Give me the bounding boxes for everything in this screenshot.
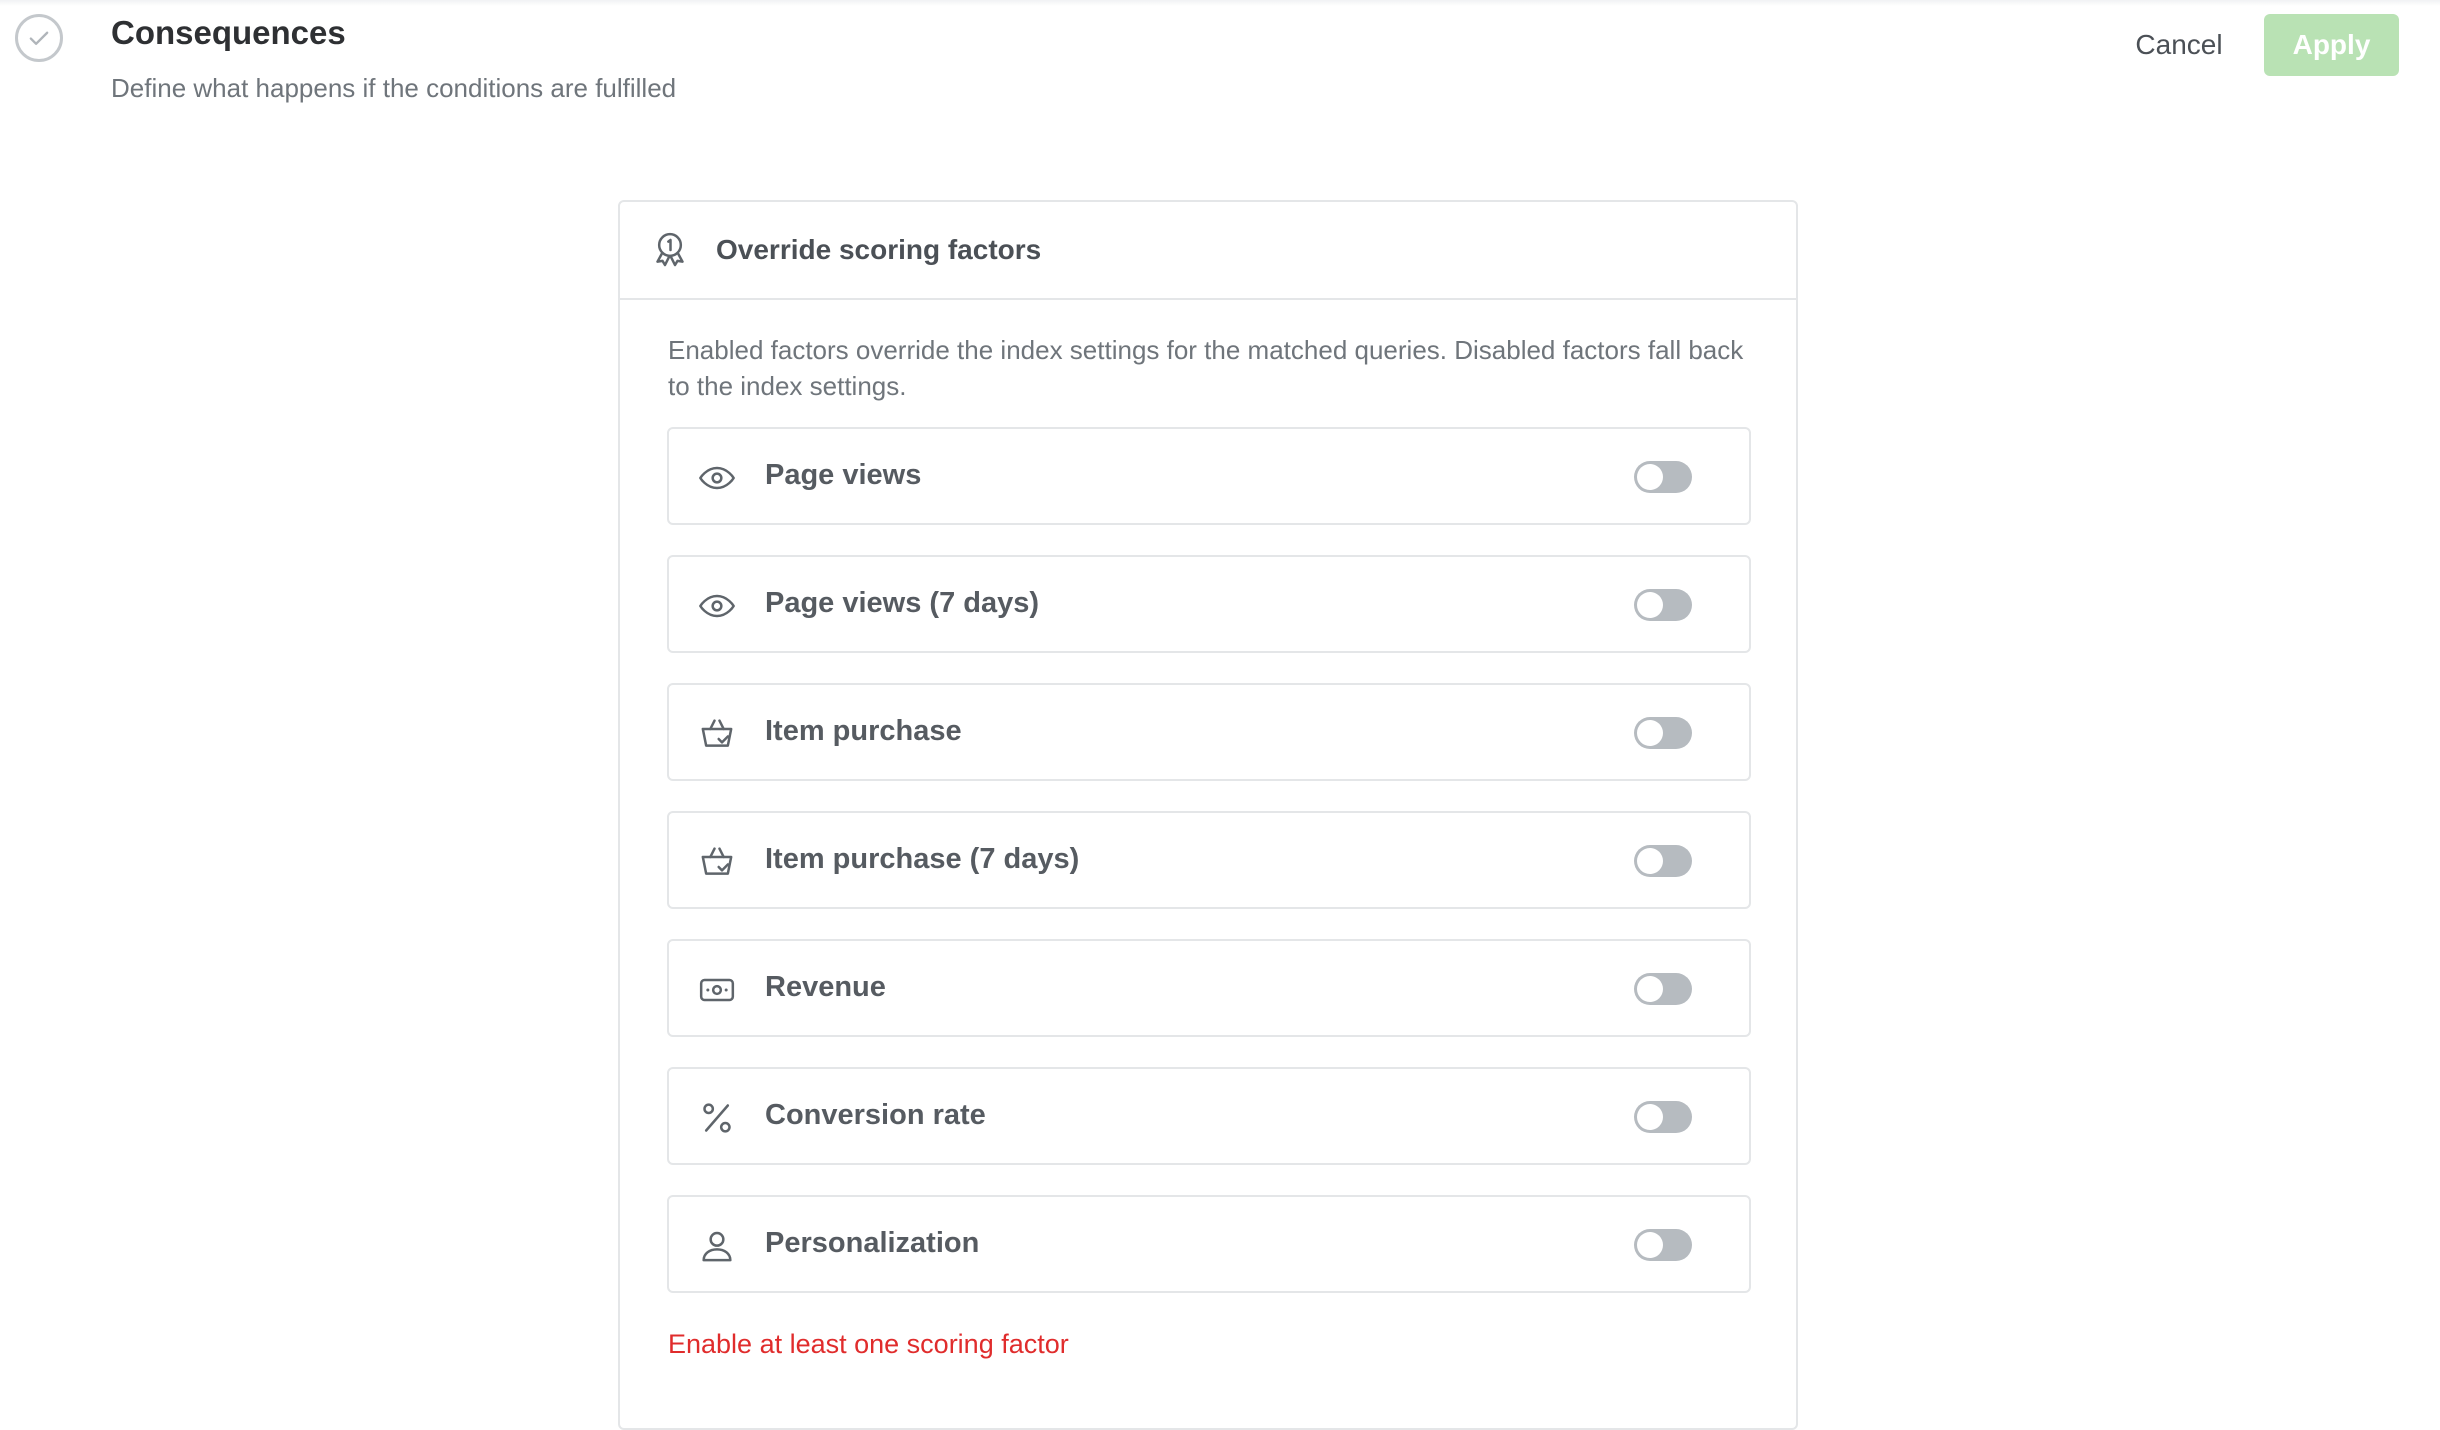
page-views-toggle[interactable]: [1634, 461, 1692, 493]
factor-label: Page views: [765, 459, 922, 491]
user-icon: [702, 1231, 732, 1262]
revenue-toggle[interactable]: [1634, 973, 1692, 1005]
factor-label: Item purchase (7 days): [765, 843, 1080, 875]
factor-row-conversion-rate: Conversion rate: [667, 1067, 1751, 1165]
page-views-7-days-toggle[interactable]: [1634, 589, 1692, 621]
factor-label: Item purchase: [765, 715, 962, 747]
factor-label: Page views (7 days): [765, 587, 1040, 619]
page-subtitle: Define what happens if the conditions ar…: [111, 73, 677, 103]
apply-button[interactable]: Apply: [2264, 14, 2399, 76]
toggle-knob: [1637, 464, 1663, 490]
card-title: Override scoring factors: [716, 234, 1042, 265]
page-title: Consequences: [111, 14, 346, 51]
factor-label: Conversion rate: [765, 1099, 986, 1131]
personalization-toggle[interactable]: [1634, 1229, 1692, 1261]
toggle-knob: [1637, 976, 1663, 1002]
top-shadow: [0, 0, 2440, 6]
eye-icon: [699, 594, 735, 618]
conversion-rate-toggle[interactable]: [1634, 1101, 1692, 1133]
toggle-knob: [1637, 1232, 1663, 1258]
toggle-knob: [1637, 1104, 1663, 1130]
factor-row-personalization: Personalization: [667, 1195, 1751, 1293]
cash-icon: [699, 978, 735, 1002]
item-purchase-7-days-toggle[interactable]: [1634, 845, 1692, 877]
toggle-knob: [1637, 592, 1663, 618]
check-icon: [29, 31, 49, 45]
factor-row-item-purchase-7-days: Item purchase (7 days): [667, 811, 1751, 909]
factor-label: Personalization: [765, 1227, 980, 1259]
factor-label: Revenue: [765, 971, 886, 1003]
toggle-knob: [1637, 848, 1663, 874]
validation-error: Enable at least one scoring factor: [668, 1329, 1069, 1359]
toggle-knob: [1637, 720, 1663, 746]
step-complete-icon: [15, 14, 63, 62]
percent-icon: [703, 1103, 731, 1133]
award-ribbon-icon: [656, 232, 684, 267]
card-description: Enabled factors override the index setti…: [668, 335, 1744, 401]
factor-row-page-views: Page views: [667, 427, 1751, 525]
scoring-factors-card: Override scoring factors Enabled factors…: [618, 200, 1798, 1430]
factor-row-revenue: Revenue: [667, 939, 1751, 1037]
card-header: Override scoring factors: [620, 202, 1796, 300]
basket-icon: [701, 847, 733, 875]
cancel-button[interactable]: Cancel: [2120, 16, 2238, 74]
factor-row-item-purchase: Item purchase: [667, 683, 1751, 781]
factor-row-page-views-7-days: Page views (7 days): [667, 555, 1751, 653]
eye-icon: [699, 466, 735, 490]
item-purchase-toggle[interactable]: [1634, 717, 1692, 749]
basket-icon: [701, 719, 733, 747]
